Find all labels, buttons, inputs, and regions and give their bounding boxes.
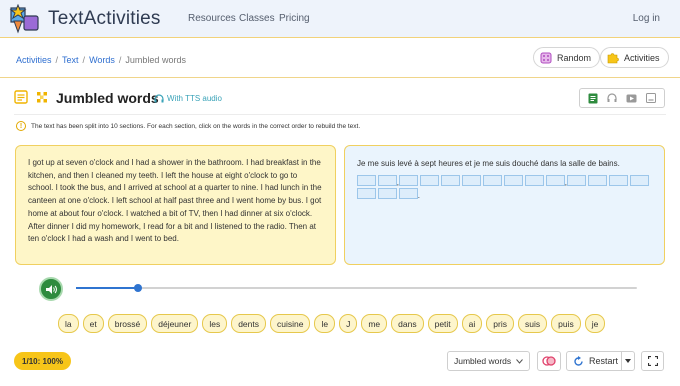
view-toolbox	[579, 88, 665, 108]
video-icon[interactable]	[626, 94, 637, 103]
instructions-text: The text has been split into 10 sections…	[31, 122, 361, 130]
tts-indicator: With TTS audio	[154, 94, 222, 103]
breadcrumb-separator: /	[118, 55, 122, 65]
breadcrumb-separator: /	[55, 55, 59, 65]
source-text-panel: I got up at seven o'clock and I had a sh…	[15, 145, 336, 265]
word-chip[interactable]: ai	[461, 314, 483, 333]
document-icon	[14, 90, 28, 104]
answer-slot[interactable]	[420, 175, 439, 186]
word-chip[interactable]: J	[339, 314, 358, 333]
dice-icon	[540, 52, 552, 63]
restart-button[interactable]: Restart	[566, 351, 622, 371]
brand-name[interactable]: TextActivities	[48, 8, 161, 30]
audio-progress-track[interactable]	[76, 284, 637, 292]
activities-label: Activities	[624, 52, 660, 63]
puzzle-icon	[607, 52, 619, 63]
answer-slot[interactable]: ,	[378, 175, 399, 187]
top-navbar: TextActivities Resources Classes Pricing…	[0, 0, 680, 38]
answer-panel: Je me suis levé à sept heures et je me s…	[344, 145, 665, 265]
mode-select[interactable]: Jumbled words	[447, 351, 530, 371]
answer-slots: , , .	[357, 175, 657, 201]
chevron-down-icon	[516, 358, 523, 364]
breadcrumb-current: Jumbled words	[125, 55, 186, 65]
section-divider	[0, 77, 680, 78]
nav-classes[interactable]: Classes	[239, 13, 275, 24]
toggle-mode-button[interactable]	[537, 351, 561, 371]
fullscreen-button[interactable]	[641, 351, 664, 371]
answer-slot[interactable]	[525, 175, 544, 186]
activity-icons	[14, 90, 49, 104]
breadcrumb-activities[interactable]: Activities	[16, 55, 52, 65]
caret-down-icon	[625, 359, 631, 363]
word-chip[interactable]: petit	[427, 314, 458, 333]
word-chip[interactable]: pris	[486, 314, 514, 333]
slot-punctuation: .	[417, 191, 420, 200]
word-chip[interactable]: je	[584, 314, 606, 333]
headphones-icon	[154, 94, 164, 103]
word-chip[interactable]: dans	[391, 314, 424, 333]
answer-slot[interactable]	[630, 175, 649, 186]
restart-label: Restart	[589, 356, 619, 366]
answer-slot[interactable]: .	[399, 188, 420, 200]
word-chip[interactable]: déjeuner	[151, 314, 199, 333]
word-chip[interactable]: le	[314, 314, 336, 333]
audio-icon[interactable]	[607, 93, 617, 103]
word-chip[interactable]: suis	[518, 314, 548, 333]
random-button[interactable]: Random	[533, 47, 601, 68]
answer-slot[interactable]	[504, 175, 523, 186]
answer-slot[interactable]	[609, 175, 628, 186]
instructions: ! The text has been split into 10 sectio…	[16, 121, 360, 131]
breadcrumb-separator: /	[82, 55, 86, 65]
word-chip[interactable]: puis	[551, 314, 581, 333]
page-title: Jumbled words	[56, 90, 159, 106]
activities-button[interactable]: Activities	[600, 47, 669, 68]
answer-slot[interactable]	[567, 175, 586, 186]
info-icon: !	[16, 121, 26, 131]
random-label: Random	[557, 52, 592, 63]
word-chip[interactable]: et	[82, 314, 104, 333]
restart-options-button[interactable]	[621, 351, 635, 371]
breadcrumb: Activities / Text / Words / Jumbled words	[16, 55, 186, 65]
text-view-icon[interactable]	[588, 93, 598, 104]
answer-slot[interactable]	[357, 175, 376, 186]
word-chip[interactable]: cuisine	[270, 314, 311, 333]
header-divider	[14, 114, 666, 115]
answer-slot[interactable]	[441, 175, 460, 186]
answer-slot[interactable]	[399, 175, 418, 186]
audio-progress-fill	[76, 287, 138, 289]
toggle-icon	[542, 356, 556, 366]
breadcrumb-text[interactable]: Text	[62, 55, 79, 65]
score-badge: 1/10: 100%	[14, 352, 71, 370]
tts-label: With TTS audio	[167, 94, 222, 103]
mode-select-value: Jumbled words	[454, 356, 512, 366]
minimize-icon[interactable]	[645, 93, 656, 103]
jumble-icon	[37, 92, 47, 103]
word-chip[interactable]: les	[202, 314, 228, 333]
answer-slot[interactable]	[483, 175, 502, 186]
word-bank: la et brossé déjeuner les dents cuisine le Jme da…	[58, 314, 628, 333]
nav-resources[interactable]: Resources	[188, 13, 236, 24]
answer-slot[interactable]: ,	[546, 175, 567, 187]
answer-slot[interactable]	[588, 175, 607, 186]
restart-icon	[574, 355, 583, 366]
word-chip[interactable]: brossé	[107, 314, 148, 333]
audio-progress-thumb[interactable]	[133, 284, 142, 292]
logo-icon[interactable]	[8, 4, 44, 34]
source-text: I got up at seven o'clock and I had a sh…	[28, 158, 322, 244]
fullscreen-icon	[647, 356, 658, 366]
login-link[interactable]: Log in	[633, 13, 660, 24]
speaker-icon	[46, 284, 57, 294]
word-chip[interactable]: la	[58, 314, 79, 333]
answer-slot[interactable]	[462, 175, 481, 186]
play-audio-button[interactable]	[39, 277, 63, 301]
breadcrumb-words[interactable]: Words	[89, 55, 115, 65]
nav-pricing[interactable]: Pricing	[279, 13, 310, 24]
word-chip[interactable]: me	[361, 314, 388, 333]
answer-slot[interactable]	[378, 188, 397, 199]
word-chip[interactable]: dents	[231, 314, 266, 333]
target-sentence: Je me suis levé à sept heures et je me s…	[357, 159, 620, 168]
answer-slot[interactable]	[357, 188, 376, 199]
